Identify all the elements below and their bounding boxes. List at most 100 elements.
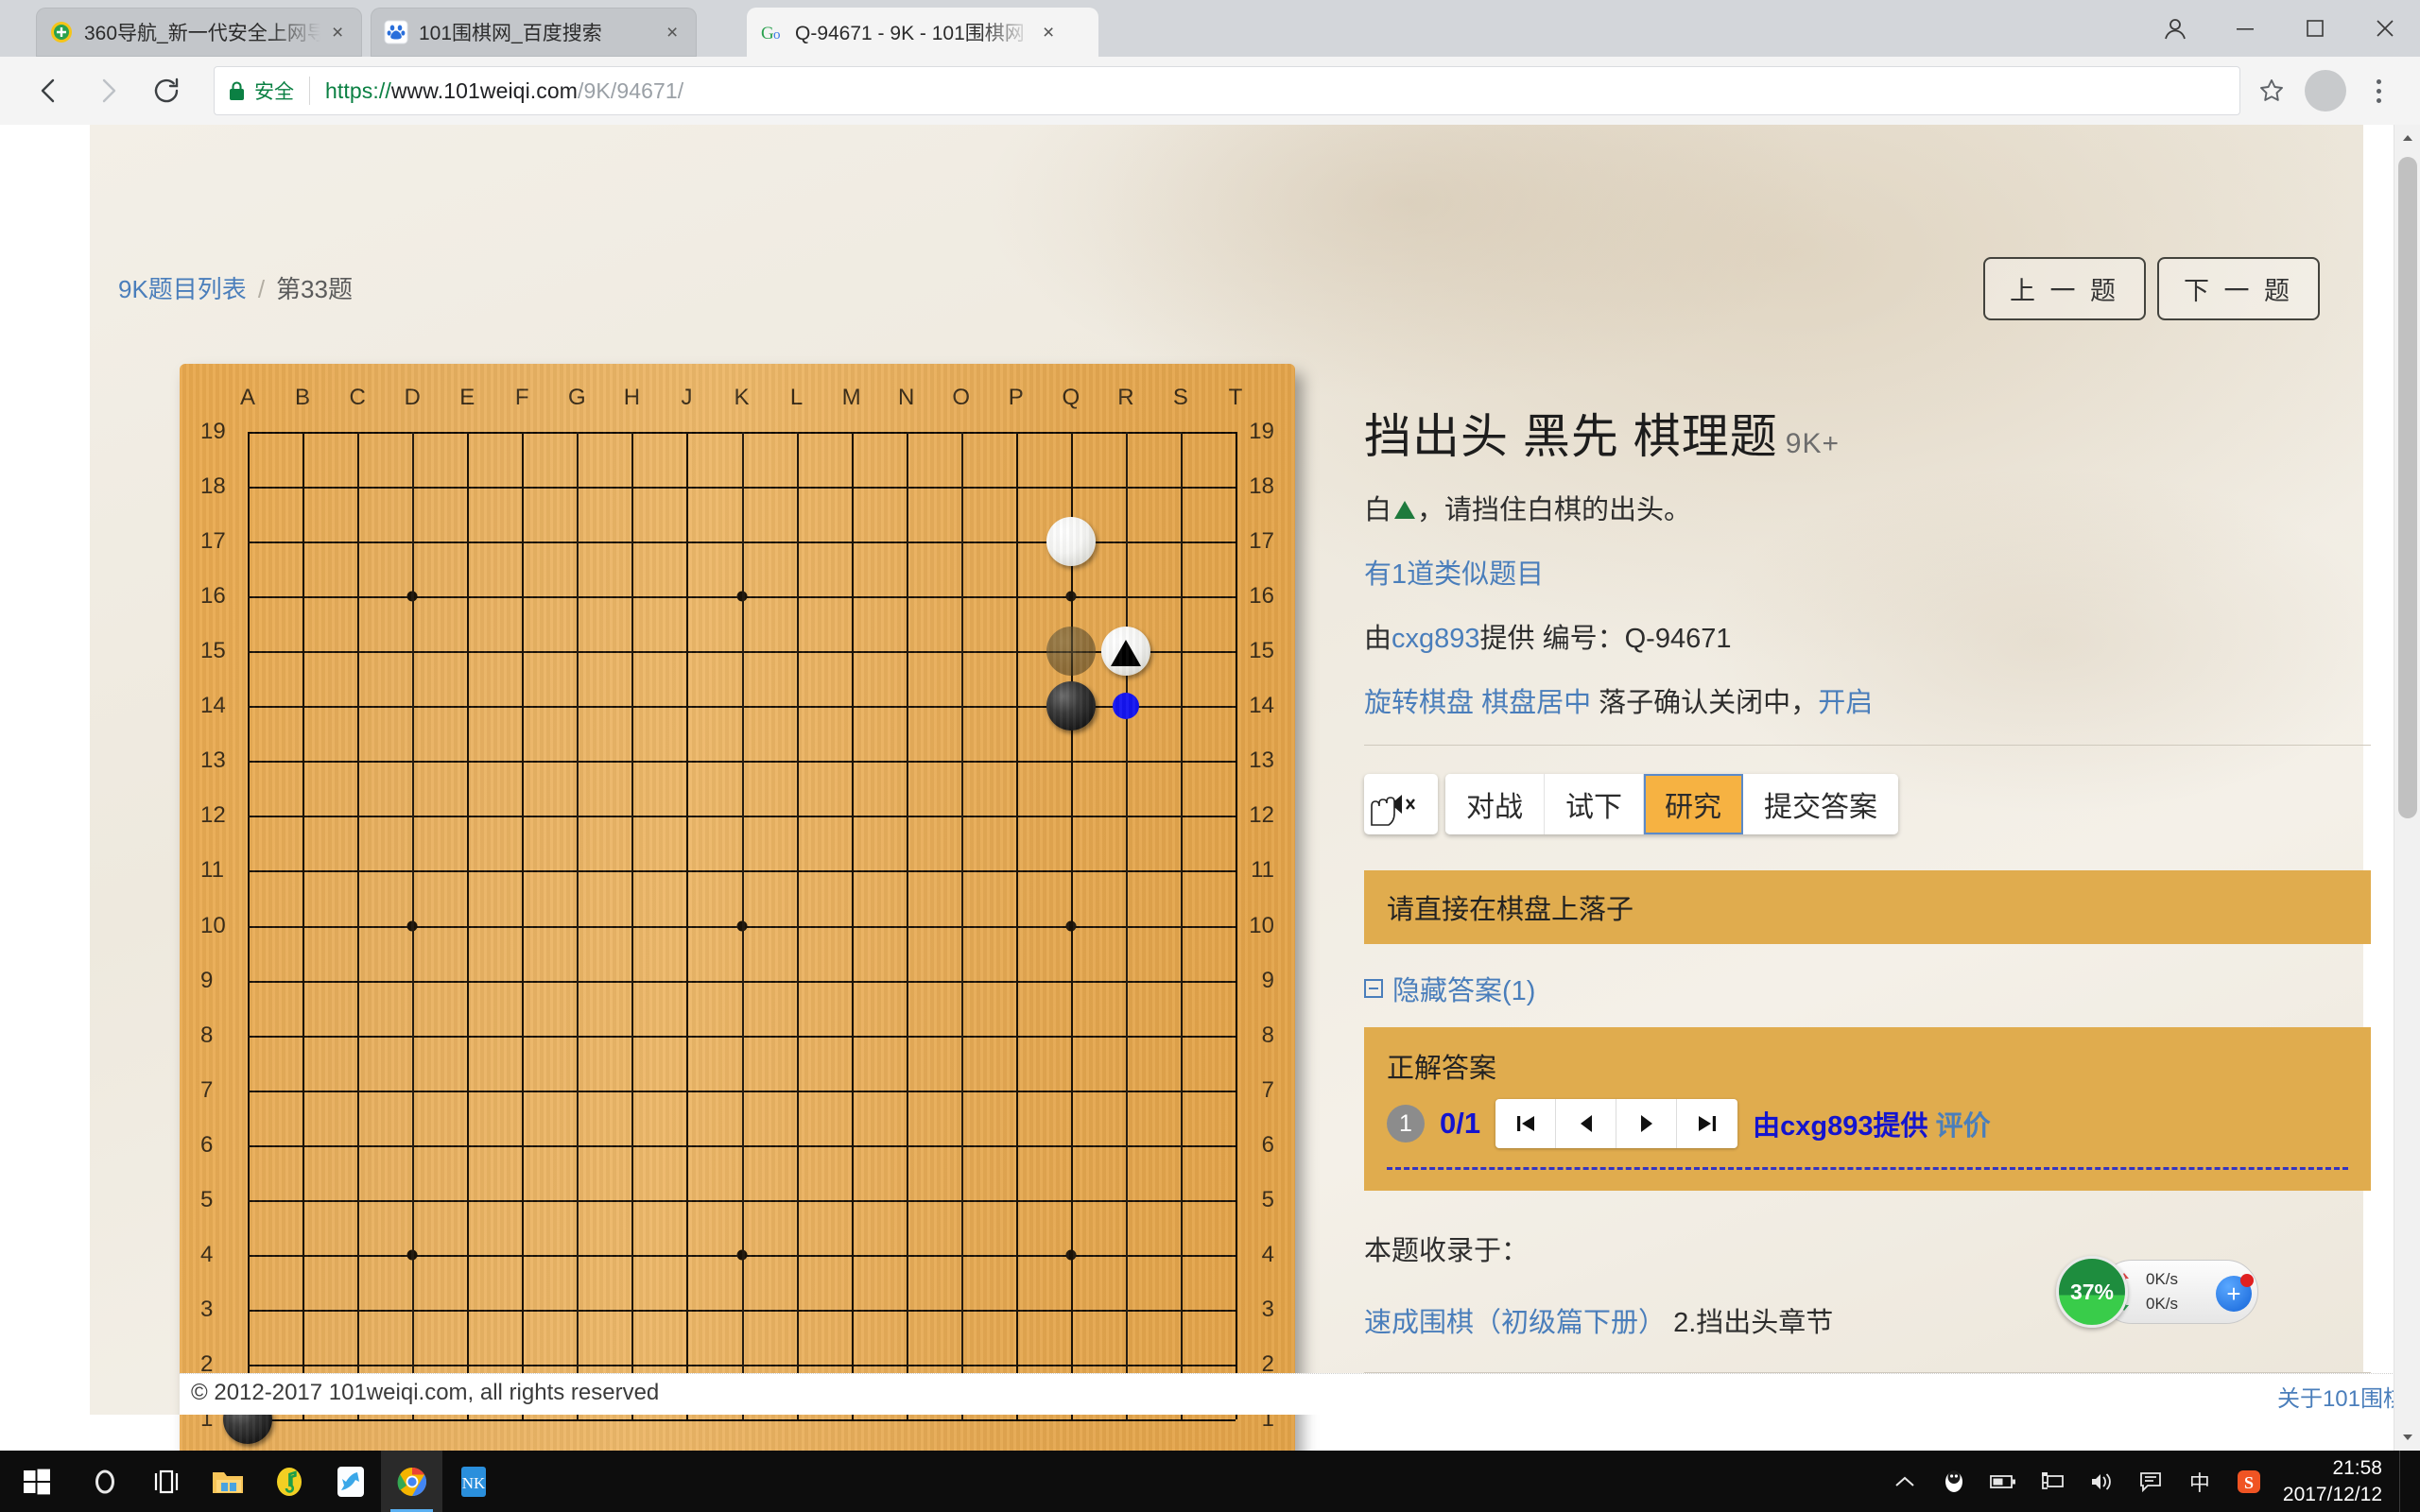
url-host: www.101weiqi.com [390,77,579,103]
chevron-up-icon[interactable] [1880,1451,1929,1512]
mode-button-submit-answer[interactable]: 提交答案 [1743,774,1898,834]
prev-problem-button[interactable]: 上 一 题 [1982,257,2146,320]
mode-button-yanjiu[interactable]: 研究 [1644,774,1743,834]
nk-icon[interactable]: NK [442,1451,504,1512]
next-problem-button[interactable]: 下 一 题 [2156,257,2320,320]
secure-indicator: 安全 [228,77,294,105]
add-widget-button[interactable]: + [2216,1274,2254,1312]
board-row-label: 9 [1261,967,1274,993]
author-suffix: 提供 [1479,624,1535,654]
board-row-label: 6 [1261,1131,1274,1158]
url-path: /9K/94671/ [578,77,684,103]
browser-tab-baidu[interactable]: 101围棋网_百度搜索 × [371,8,697,57]
center-board-link[interactable]: 棋盘居中 [1481,688,1591,718]
close-icon[interactable]: × [666,23,678,43]
qq-penguin-icon[interactable] [1929,1451,1979,1512]
triangle-marker-icon [1394,501,1416,519]
memory-usage-ball[interactable]: 37% [2056,1256,2128,1328]
confirm-state-label: 落子确认关闭中 [1599,688,1791,718]
browser-tab-101weiqi[interactable]: Go Q-94671 - 9K - 101围棋网 × [747,8,1098,57]
account-icon[interactable] [2140,0,2210,57]
rotate-board-link[interactable]: 旋转棋盘 [1364,688,1474,718]
scroll-up-icon[interactable] [2394,125,2420,151]
profile-avatar[interactable] [2305,70,2346,112]
board-column-label: T [1228,385,1243,410]
close-icon[interactable]: × [1043,23,1054,43]
mode-button-shixia[interactable]: 试下 [1545,774,1644,834]
qqmusic-icon[interactable] [258,1451,320,1512]
go-stone-white[interactable] [1046,517,1096,567]
answer-panel: 正解答案 1 0/1 由cxg893提供 评价 [1364,1027,2371,1191]
go-board[interactable]: AABBCCDDEEFFGGHHJJKKLLMMNNOOPPQQRRSSTT19… [180,364,1295,1451]
enable-confirm-link[interactable]: 开启 [1818,688,1873,718]
volume-icon[interactable] [2077,1451,2126,1512]
minimize-icon[interactable] [2210,0,2280,57]
grid-line-horizontal [248,1144,1236,1147]
answer-by-author[interactable]: cxg893 [1780,1111,1873,1142]
address-bar[interactable]: 安全 https://www.101weiqi.com/9K/94671/ [214,66,2240,115]
board-column-label: Q [1062,385,1080,410]
collection-book-link[interactable]: 速成围棋（初级篇下册） [1364,1308,1666,1338]
collapse-icon [1364,979,1383,998]
first-move-icon[interactable] [1495,1099,1557,1148]
message-icon[interactable] [2126,1451,2175,1512]
blue-dot-marker[interactable] [1112,693,1139,720]
problem-panel: 挡出头 黑先 棋理题 9K+ 白，请挡住白棋的出头。 有1道类似题目 由cxg89… [1364,399,2371,1373]
board-row-label: 12 [1249,802,1274,829]
thunderbird-icon[interactable] [320,1451,381,1512]
board-column-label: J [681,385,693,410]
page-scrollbar[interactable] [2394,125,2420,1451]
grid-line-vertical [796,432,799,1419]
bookmark-star-icon[interactable] [2250,69,2293,112]
maximize-icon[interactable] [2280,0,2350,57]
close-icon[interactable]: × [332,23,343,43]
board-row-label: 10 [200,912,226,938]
answer-index-badge[interactable]: 1 [1387,1105,1425,1143]
go-stone-black[interactable] [1046,681,1096,731]
back-icon[interactable] [23,64,76,117]
go-board-container[interactable]: AABBCCDDEEFFGGHHJJKKLLMMNNOOPPQQRRSSTT19… [180,364,1328,1451]
grid-line-horizontal [248,1090,1236,1092]
go-stone-white[interactable] [1100,627,1150,677]
browser-tab-360[interactable]: 360导航_新一代安全上网导航 × [36,8,362,57]
author-link[interactable]: cxg893 [1392,624,1480,654]
breadcrumb-separator: / [257,275,266,303]
sound-toggle-button[interactable] [1364,774,1438,834]
board-row-label: 5 [200,1186,214,1212]
page-footer: © 2012-2017 101weiqi.com, all rights res… [180,1373,2420,1415]
mode-button-duizhan[interactable]: 对战 [1445,774,1545,834]
cortana-icon[interactable] [74,1451,135,1512]
prev-move-icon[interactable] [1556,1099,1617,1148]
answer-label: 正解答案 [1387,1054,1497,1084]
battery-icon[interactable] [1979,1451,2028,1512]
network-icon[interactable] [2028,1451,2077,1512]
similar-problems-link[interactable]: 有1道类似题目 [1364,552,2371,592]
sogou-icon[interactable]: S [2224,1451,2273,1512]
answer-by-prefix: 由 [1753,1111,1781,1142]
confirm-separator: ， [1790,688,1819,718]
scrollbar-thumb[interactable] [2398,157,2417,818]
toggle-answer-link[interactable]: 隐藏答案(1) [1364,969,2371,1008]
reload-icon[interactable] [140,64,193,117]
taskbar-clock[interactable]: 21:58 2017/12/12 [2273,1455,2399,1507]
url-text[interactable]: https://www.101weiqi.com/9K/94671/ [325,78,683,104]
window-close-icon[interactable] [2350,0,2420,57]
star-point [736,591,747,602]
rate-link[interactable]: 评价 [1936,1111,1991,1142]
description-prefix: 白 [1364,495,1392,525]
breadcrumb-list-link[interactable]: 9K题目列表 [118,275,247,303]
explorer-icon[interactable] [197,1451,258,1512]
ime-chinese-icon[interactable]: 中 [2175,1451,2224,1512]
chrome-icon[interactable] [381,1451,442,1512]
scroll-down-icon[interactable] [2394,1424,2420,1451]
next-move-icon[interactable] [1616,1099,1678,1148]
network-speed-widget[interactable]: 0K/s 0K/s + 37% [2056,1256,2259,1328]
chrome-menu-icon[interactable] [2360,78,2397,103]
star-point [1065,1249,1077,1261]
last-move-icon[interactable] [1677,1099,1737,1148]
start-icon[interactable] [0,1451,74,1512]
page-title: 挡出头 黑先 棋理题 9K+ [1364,399,2371,467]
go-stone-ghost[interactable] [1046,627,1096,677]
show-desktop-button[interactable] [2399,1451,2411,1512]
taskview-icon[interactable] [135,1451,197,1512]
